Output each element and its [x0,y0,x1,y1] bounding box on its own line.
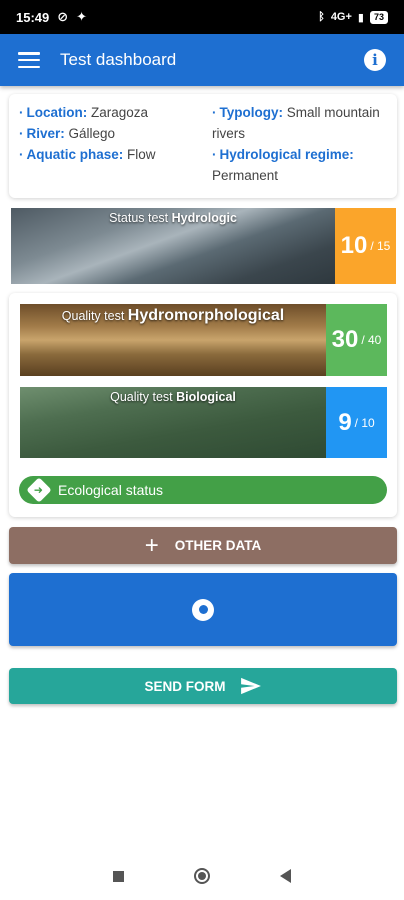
hydromorphological-test-title: Quality test Hydromorphological [61,307,285,324]
river-label: River: [26,126,65,141]
aquatic-phase-row: · Aquatic phase: Flow [19,147,156,162]
directions-icon: ➜ [26,477,52,503]
app-bar: Test dashboard i [0,34,404,86]
hydrologic-test-banner[interactable]: Status test Hydrologic 10 / 15 [11,208,396,284]
info-icon[interactable]: i [364,49,386,71]
aquatic-phase-value: Flow [127,147,156,162]
hydromorphological-test-image: Quality test Hydromorphological [20,304,326,376]
biological-test-banner[interactable]: Quality test Biological 9 / 10 [20,387,387,458]
status-time: 15:49 [16,9,50,25]
hydrologic-score-max: / 15 [370,239,391,253]
menu-icon[interactable] [18,52,40,68]
hydromorphological-score-value: 30 [331,326,359,353]
river-row: · River: Gállego [19,126,116,141]
signal-icon: ▮ [357,11,364,24]
hydrological-regime-row: · Hydrological regime: Permanent [212,147,354,183]
hydrologic-test-title: Status test Hydrologic [109,211,237,225]
site-info-card: · Location: Zaragoza · River: Gállego · Aqu… [9,94,397,198]
system-nav-bar [0,852,404,900]
site-info-right: · Typology: Small mountain rivers · Hydrol… [212,102,387,190]
recents-icon[interactable] [113,870,124,882]
home-icon[interactable] [194,868,210,884]
bluetooth-icon: ᛒ [318,11,325,23]
twitter-icon: ✦ [76,9,88,24]
send-form-button[interactable]: SEND FORM [9,668,397,704]
page-title: Test dashboard [60,50,177,69]
hydrologic-score: 10 / 15 [335,208,396,284]
back-icon[interactable] [280,869,291,883]
site-info-left: · Location: Zaragoza · River: Gállego · Aqu… [19,102,204,190]
mute-icon: ⊘ [57,9,69,24]
river-value: Gállego [68,126,116,141]
typology-label: Typology: [219,105,284,120]
hydrological-regime-label: Hydrological regime: [219,147,354,162]
hydrologic-test-image: Status test Hydrologic [11,208,335,284]
send-icon [240,677,261,695]
ecological-status-button[interactable]: ➜ Ecological status [19,476,387,504]
plus-icon: + [144,531,159,559]
biological-score-value: 9 [338,408,352,436]
hydrologic-score-value: 10 [340,232,368,259]
biological-test-image: Quality test Biological [20,387,326,458]
biological-score: 9 / 10 [326,387,387,458]
location-label: Location: [26,105,88,120]
camera-button[interactable] [9,573,397,646]
battery-icon: 73 [369,10,388,24]
send-form-label: SEND FORM [144,678,226,694]
ecological-status-label: Ecological status [58,482,164,498]
typology-row: · Typology: Small mountain rivers [212,105,380,141]
camera-shutter-icon [192,598,214,621]
hydromorphological-score-max: / 40 [361,333,382,347]
location-value: Zaragoza [91,105,149,120]
signal-label: 4G+ [330,11,352,23]
biological-score-max: / 10 [354,415,375,430]
hydromorphological-score: 30 / 40 [326,304,387,376]
location-row: · Location: Zaragoza [19,105,149,120]
hydromorphological-test-banner[interactable]: Quality test Hydromorphological 30 / 40 [20,304,387,376]
aquatic-phase-label: Aquatic phase: [26,147,124,162]
other-data-button[interactable]: + OTHER DATA [9,527,397,564]
status-bar: 15:49 ⊘ ✦ ᛒ 4G+ ▮ 73 [0,0,404,34]
biological-test-title: Quality test Biological [110,390,236,404]
hydrological-regime-value: Permanent [212,168,279,183]
other-data-label: OTHER DATA [174,538,262,553]
